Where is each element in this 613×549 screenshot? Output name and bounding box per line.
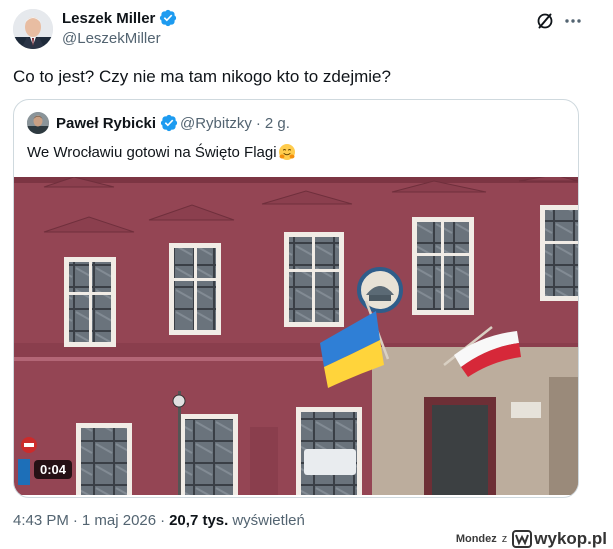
quoted-avatar[interactable] [27, 112, 49, 134]
wykop-logo-icon [512, 530, 533, 548]
quoted-tweet[interactable]: Paweł Rybicki @Rybitzky · 2 g. We Wrocła… [13, 99, 579, 498]
hugging-face-emoji [278, 144, 295, 160]
tweet-time[interactable]: 4:43 PM [13, 512, 69, 529]
meta-separator: · [255, 115, 261, 132]
views-label: wyświetleń [232, 512, 305, 529]
tweet-text: Co to jest? Czy nie ma tam nikogo kto to… [13, 67, 391, 86]
avatar[interactable] [13, 9, 53, 49]
quoted-text: We Wrocławiu gotowi na Święto Flagi [27, 143, 296, 161]
wykop-logo: wykop.pl [512, 529, 607, 549]
grok-icon[interactable] [535, 11, 555, 31]
quoted-meta: @Rybitzky · 2 g. [180, 115, 290, 132]
quoted-age[interactable]: 2 g. [265, 115, 290, 132]
quoted-display-name: Paweł Rybicki [56, 114, 157, 132]
author-display-name: Leszek Miller [62, 9, 156, 27]
more-icon[interactable] [563, 11, 583, 31]
watermark-user: Mondez [455, 533, 497, 545]
quoted-avatar-photo [27, 112, 49, 134]
tweet-date[interactable]: 1 maj 2026 [82, 512, 156, 529]
quoted-author-name[interactable]: Paweł Rybicki [56, 114, 178, 132]
verified-badge-icon [160, 9, 177, 27]
quoted-handle[interactable]: @Rybitzky [180, 115, 252, 132]
quoted-text-content: We Wrocławiu gotowi na Święto Flagi [27, 143, 277, 161]
tweet-footer: 4:43 PM · 1 maj 2026 · 20,7 tys. wyświet… [13, 512, 305, 529]
watermark: Mondez z wykop.pl [456, 529, 607, 549]
meta-separator: · [160, 512, 166, 529]
video-frame [14, 177, 578, 495]
video-player[interactable]: 0:04 [14, 177, 578, 495]
watermark-z: z [501, 533, 508, 545]
watermark-site: wykop.pl [534, 529, 607, 548]
author-name[interactable]: Leszek Miller [62, 9, 177, 27]
meta-separator: · [72, 512, 78, 529]
avatar-photo [13, 9, 53, 49]
verified-badge-icon [160, 114, 178, 132]
video-duration: 0:04 [34, 460, 73, 479]
views-count[interactable]: 20,7 tys. [169, 512, 228, 529]
author-handle[interactable]: @LeszekMiller [62, 30, 161, 47]
